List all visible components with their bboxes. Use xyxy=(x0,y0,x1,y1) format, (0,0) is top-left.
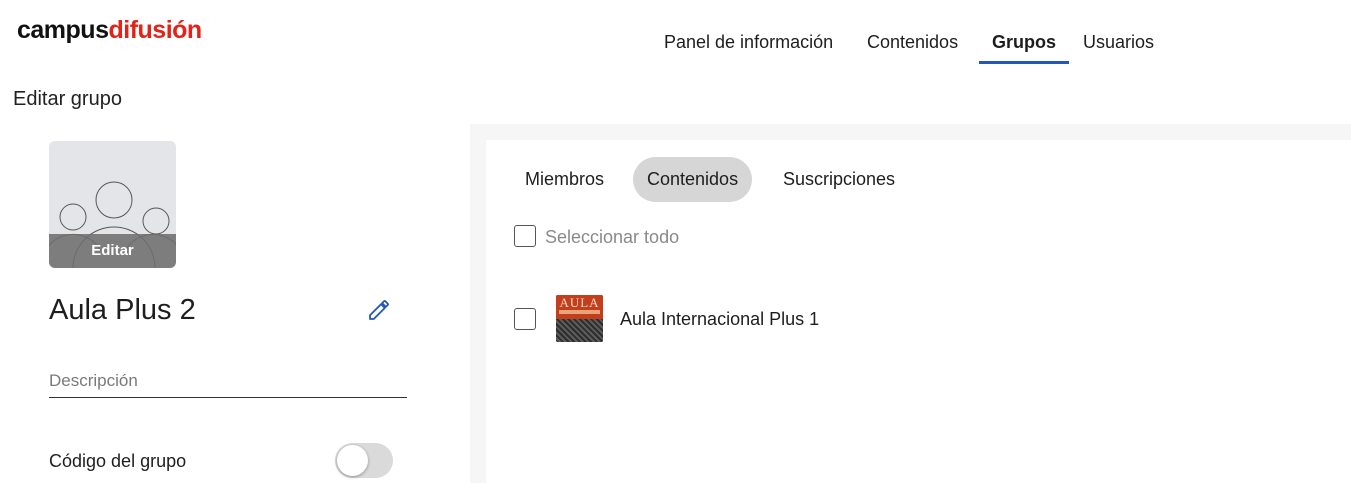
select-all-label: Seleccionar todo xyxy=(545,227,680,247)
nav-item-contenidos[interactable]: Contenidos xyxy=(867,30,958,54)
description-input[interactable] xyxy=(49,365,407,398)
content-item-checkbox[interactable] xyxy=(514,308,536,330)
tab-contenidos[interactable]: Contenidos xyxy=(633,157,753,202)
nav-item-grupos[interactable]: Grupos xyxy=(992,30,1056,54)
campusdifusion-logo[interactable]: campusdifusión xyxy=(17,14,202,46)
tab-suscripciones[interactable]: Suscripciones xyxy=(783,157,895,202)
logo-part-difusion: difusión xyxy=(108,16,202,44)
logo-part-campus: campus xyxy=(17,16,109,44)
book-cover-image: AULA xyxy=(556,295,603,342)
nav-item-panel[interactable]: Panel de información xyxy=(664,30,833,54)
book-cover-title: AULA xyxy=(559,295,600,310)
group-code-label: Código del grupo xyxy=(49,451,187,471)
edit-image-label[interactable]: Editar xyxy=(49,234,176,268)
group-code-toggle[interactable] xyxy=(335,443,393,478)
select-all-checkbox[interactable] xyxy=(514,225,536,247)
edit-name-pencil-icon[interactable] xyxy=(367,298,391,322)
nav-item-usuarios[interactable]: Usuarios xyxy=(1083,30,1154,54)
nav-active-indicator xyxy=(979,61,1069,64)
group-image[interactable]: Editar xyxy=(49,141,176,268)
group-tabs-panel xyxy=(486,140,1351,483)
content-item-title[interactable]: Aula Internacional Plus 1 xyxy=(620,307,819,331)
tab-miembros[interactable]: Miembros xyxy=(525,157,604,202)
toggle-knob xyxy=(337,445,368,476)
page-title: Editar grupo xyxy=(13,88,122,110)
group-name: Aula Plus 2 xyxy=(49,294,196,326)
